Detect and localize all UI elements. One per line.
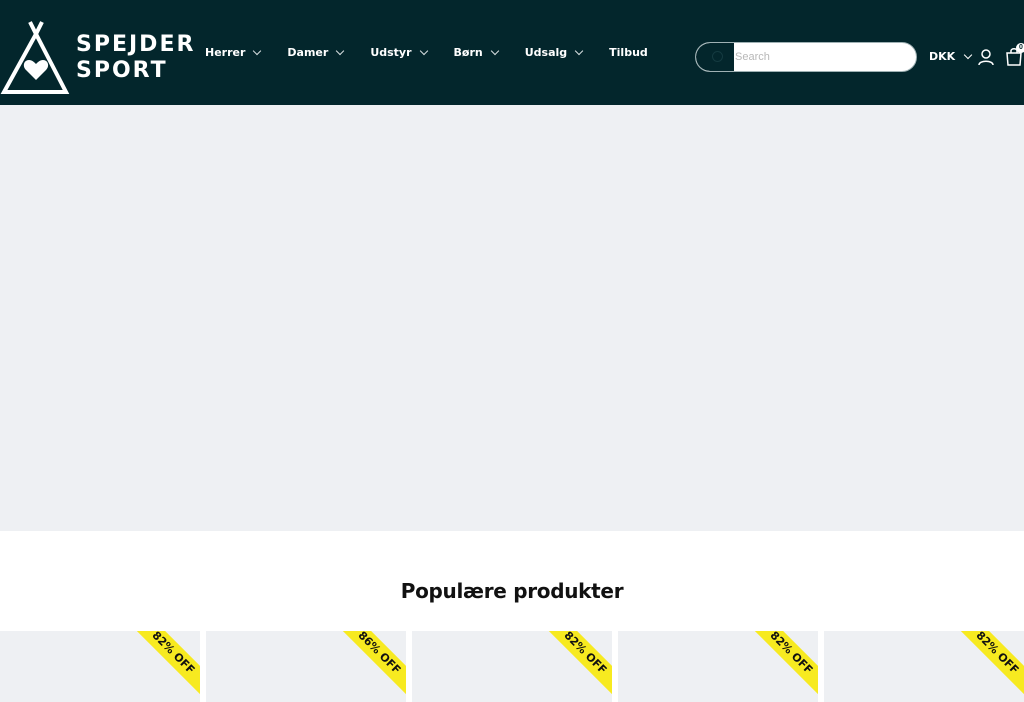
- brand-name-line1: SPEJDER: [76, 32, 196, 57]
- product-card[interactable]: 86% OFF: [206, 631, 406, 702]
- nav-item-label: Herrer: [205, 46, 246, 59]
- search-icon: [712, 51, 723, 62]
- chevron-down-icon: [574, 46, 584, 55]
- brand-name: SPEJDER SPORT: [76, 32, 195, 84]
- discount-badge: 86% OFF: [333, 631, 406, 699]
- currency-label: DKK: [929, 50, 956, 63]
- account-icon[interactable]: [977, 48, 995, 66]
- chevron-down-icon: [336, 46, 345, 55]
- product-card[interactable]: 82% OFF: [412, 631, 612, 702]
- product-card[interactable]: 82% OFF: [0, 631, 200, 702]
- chevron-down-icon: [490, 46, 499, 55]
- site-header: SPEJDER SPORT Herrer Damer Udstyr Børn U…: [0, 0, 1024, 105]
- discount-badge: 82% OFF: [539, 631, 612, 699]
- discount-badge: 82% OFF: [745, 631, 818, 699]
- nav-item-born[interactable]: Børn: [453, 46, 499, 59]
- chevron-down-icon: [253, 46, 262, 55]
- product-grid: 82% OFF 86% OFF 82% OFF 82% OFF 82% OFF: [0, 631, 1024, 702]
- brand-logo[interactable]: SPEJDER SPORT: [0, 18, 193, 96]
- hero-banner: [0, 105, 1024, 531]
- tent-heart-icon: [0, 21, 70, 94]
- search-input[interactable]: [735, 43, 915, 71]
- search-box: [695, 42, 917, 72]
- nav-item-label: Tilbud: [609, 46, 648, 59]
- section-title: Populære produkter: [400, 579, 624, 603]
- nav-item-label: Børn: [453, 46, 483, 59]
- nav-item-label: Udstyr: [370, 46, 412, 59]
- nav-item-herrer[interactable]: Herrer: [205, 46, 262, 59]
- product-card[interactable]: 82% OFF: [824, 631, 1024, 702]
- nav-item-tilbud[interactable]: Tilbud: [609, 46, 648, 59]
- product-card[interactable]: 82% OFF: [618, 631, 818, 702]
- discount-badge: 82% OFF: [127, 631, 200, 699]
- nav-item-damer[interactable]: Damer: [287, 46, 345, 59]
- search-button[interactable]: [696, 43, 734, 71]
- nav-item-label: Damer: [287, 46, 329, 59]
- nav-item-udstyr[interactable]: Udstyr: [370, 46, 428, 59]
- chevron-down-icon: [963, 50, 973, 59]
- nav-item-label: Udsalg: [524, 46, 568, 59]
- nav-item-udsalg[interactable]: Udsalg: [524, 46, 584, 59]
- brand-name-line2: SPORT: [76, 58, 168, 83]
- chevron-down-icon: [419, 46, 428, 55]
- main-nav: Herrer Damer Udstyr Børn Udsalg Tilbud: [205, 0, 675, 105]
- discount-badge: 82% OFF: [951, 631, 1024, 699]
- cart-count-badge: 0: [1016, 43, 1024, 53]
- currency-selector[interactable]: DKK: [929, 50, 973, 63]
